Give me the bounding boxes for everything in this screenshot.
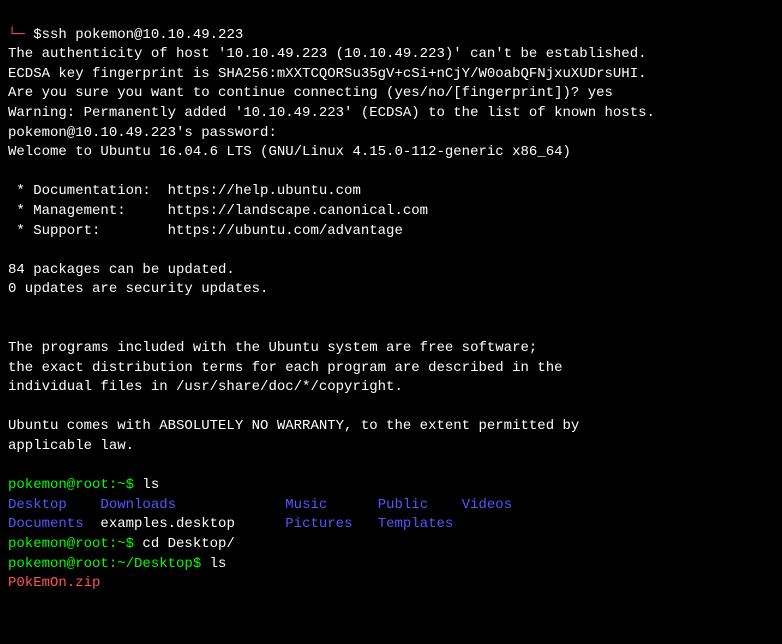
terminal-line-19 xyxy=(8,398,774,418)
terminal-line-21: applicable law. xyxy=(8,437,774,457)
terminal-line-16: The programs included with the Ubuntu sy… xyxy=(8,339,774,359)
terminal-line-17: the exact distribution terms for each pr… xyxy=(8,359,774,379)
terminal-line-24: Desktop Downloads Music Public Videos xyxy=(8,496,774,516)
terminal-line-22 xyxy=(8,457,774,477)
terminal-line-20: Ubuntu comes with ABSOLUTELY NO WARRANTY… xyxy=(8,417,774,437)
terminal-line-3: Are you sure you want to continue connec… xyxy=(8,84,774,104)
terminal-line-18: individual files in /usr/share/doc/*/cop… xyxy=(8,378,774,398)
terminal-line-13: 0 updates are security updates. xyxy=(8,280,774,300)
terminal[interactable]: └─ $ssh pokemon@10.10.49.223The authenti… xyxy=(0,0,782,644)
terminal-line-25: Documents examples.desktop Pictures Temp… xyxy=(8,515,774,535)
terminal-line-28: P0kEmOn.zip xyxy=(8,574,774,594)
terminal-line-1: The authenticity of host '10.10.49.223 (… xyxy=(8,45,774,65)
terminal-line-5: pokemon@10.10.49.223's password: xyxy=(8,124,774,144)
terminal-line-6: Welcome to Ubuntu 16.04.6 LTS (GNU/Linux… xyxy=(8,143,774,163)
terminal-line-0: └─ $ssh pokemon@10.10.49.223 xyxy=(8,26,774,46)
terminal-line-2: ECDSA key fingerprint is SHA256:mXXTCQOR… xyxy=(8,65,774,85)
terminal-line-8: * Documentation: https://help.ubuntu.com xyxy=(8,182,774,202)
terminal-line-10: * Support: https://ubuntu.com/advantage xyxy=(8,222,774,242)
terminal-line-14 xyxy=(8,300,774,320)
terminal-line-11 xyxy=(8,241,774,261)
terminal-line-15 xyxy=(8,320,774,340)
terminal-line-4: Warning: Permanently added '10.10.49.223… xyxy=(8,104,774,124)
terminal-line-23: pokemon@root:~$ ls xyxy=(8,476,774,496)
terminal-line-12: 84 packages can be updated. xyxy=(8,261,774,281)
terminal-line-26: pokemon@root:~$ cd Desktop/ xyxy=(8,535,774,555)
terminal-line-9: * Management: https://landscape.canonica… xyxy=(8,202,774,222)
terminal-line-7 xyxy=(8,163,774,183)
terminal-line-27: pokemon@root:~/Desktop$ ls xyxy=(8,555,774,575)
